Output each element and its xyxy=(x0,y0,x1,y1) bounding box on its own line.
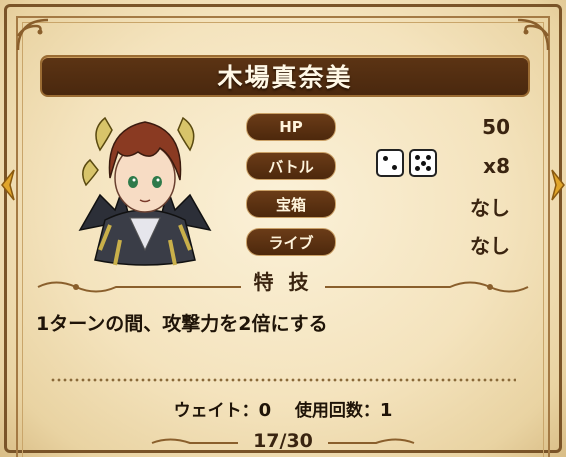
stat-value-treasure: なし xyxy=(470,196,510,220)
character-portrait xyxy=(60,100,230,270)
stat-label-treasure: 宝箱 xyxy=(246,190,336,218)
page-indicator: 17/30 xyxy=(253,430,313,452)
wait-label: ウェイト： xyxy=(173,401,259,421)
next-arrow-icon[interactable] xyxy=(550,168,566,202)
prev-arrow-icon[interactable] xyxy=(0,168,16,202)
card-name: 木場真奈美 xyxy=(217,63,353,92)
stat-value-live: なし xyxy=(470,234,510,258)
stat-label-hp: HP xyxy=(246,113,336,141)
dice-two-icon xyxy=(376,149,404,177)
stat-row-live: ライブ なし xyxy=(246,228,516,258)
stat-value-battle: x8 xyxy=(483,154,510,178)
stat-row-hp: HP 50 xyxy=(246,113,516,141)
dice-five-icon xyxy=(409,149,437,177)
card-title-bar: 木場真奈美 xyxy=(40,55,530,97)
stat-label-battle: バトル xyxy=(246,152,336,180)
skill-description: 1ターンの間、攻撃力を2倍にする xyxy=(36,313,328,335)
uses-value: 1 xyxy=(379,400,393,421)
skill-card: 木場真奈美 HP 50 バトル x8 宝箱 なし ライブ なし 特 技 1ターン… xyxy=(0,0,566,457)
wait-value: 0 xyxy=(258,400,272,421)
uses-label: 使用回数： xyxy=(294,401,380,421)
dotted-divider xyxy=(50,378,516,382)
skill-footer: ウェイト：0 使用回数：1 xyxy=(0,396,566,421)
stat-label-live: ライブ xyxy=(246,228,336,256)
stat-value-hp: 50 xyxy=(482,115,510,139)
stat-row-treasure: 宝箱 なし xyxy=(246,190,516,220)
stat-row-battle: バトル x8 xyxy=(246,149,516,180)
skill-heading: 特 技 xyxy=(253,270,313,294)
dice-group xyxy=(376,149,437,177)
corner-ornament-top-right xyxy=(492,14,552,54)
corner-ornament-top-left xyxy=(14,14,74,54)
